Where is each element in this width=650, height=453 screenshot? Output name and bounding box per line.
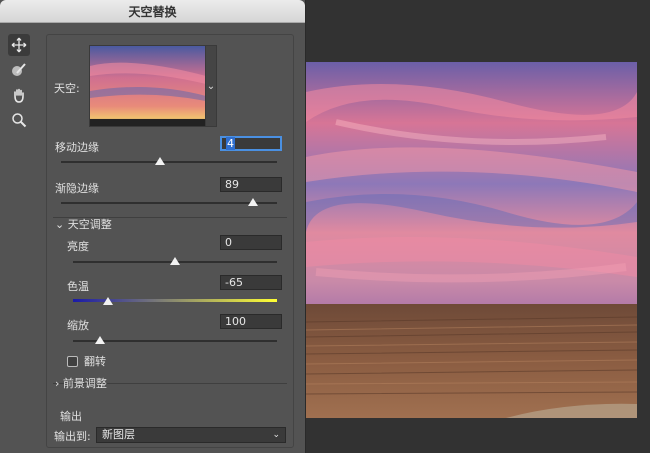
output-to-select[interactable]: 新图层 ⌄ xyxy=(96,427,286,443)
move-tool[interactable] xyxy=(8,34,30,56)
hand-icon xyxy=(14,88,24,103)
zoom-icon xyxy=(12,113,27,128)
temperature-input[interactable]: -65 xyxy=(220,275,282,290)
move-icon xyxy=(11,37,27,53)
fade-edge-label: 渐隐边缘 xyxy=(55,182,99,195)
chevron-down-icon: ⌄ xyxy=(206,80,216,92)
sky-brush-tool[interactable] xyxy=(8,59,30,81)
sky-preset-dropdown[interactable]: ⌄ xyxy=(205,45,217,127)
fade-edge-slider-handle[interactable] xyxy=(248,198,259,206)
sky-adjust-toggle[interactable]: ⌄ 天空调整 xyxy=(55,216,112,232)
dialog-title: 天空替换 xyxy=(128,5,177,19)
scale-label: 缩放 xyxy=(67,319,89,332)
foreground-adjust-toggle[interactable]: › 前景调整 xyxy=(55,375,107,391)
preview-image xyxy=(306,62,637,418)
brightness-slider-handle[interactable] xyxy=(170,257,180,265)
chevron-right-icon: › xyxy=(55,377,60,390)
shift-edge-slider-handle[interactable] xyxy=(155,157,166,165)
sky-adjust-label: 天空调整 xyxy=(67,218,112,231)
temperature-label: 色温 xyxy=(67,280,89,293)
brightness-label: 亮度 xyxy=(67,240,89,253)
temperature-slider-handle[interactable] xyxy=(102,297,113,305)
scale-input[interactable]: 100 xyxy=(220,314,282,329)
sky-thumbnail-image xyxy=(90,46,206,126)
preview-canvas[interactable] xyxy=(306,62,637,418)
output-to-label: 输出到: xyxy=(54,430,91,443)
zoom-tool[interactable] xyxy=(8,109,30,131)
tool-column xyxy=(8,34,38,134)
fade-edge-slider-track[interactable] xyxy=(61,202,277,204)
flip-checkbox[interactable] xyxy=(67,356,78,367)
output-panel: 输出 输出到: 新图层 ⌄ xyxy=(46,410,292,453)
settings-panel: 天空: ⌄ 移动边缘 4 渐隐边缘 89 ⌄ 天空调整 亮度 0 色温 -65 … xyxy=(46,34,294,448)
shift-edge-input[interactable]: 4 xyxy=(220,136,282,151)
sky-preset-thumbnail[interactable] xyxy=(89,45,207,127)
fade-edge-input[interactable]: 89 xyxy=(220,177,282,192)
shift-edge-slider-track[interactable] xyxy=(61,161,277,163)
brightness-input[interactable]: 0 xyxy=(220,235,282,250)
sky-replacement-dialog: 天空替换 天空: ⌄ 移动边缘 4 渐隐边缘 89 ⌄ 天空调整 亮度 0 色温… xyxy=(0,0,306,453)
brush-icon xyxy=(12,63,26,76)
output-to-value: 新图层 xyxy=(102,428,135,441)
shift-edge-label: 移动边缘 xyxy=(55,141,99,154)
chevron-down-icon: ⌄ xyxy=(55,218,65,231)
scale-slider-handle[interactable] xyxy=(94,336,105,344)
hand-tool[interactable] xyxy=(8,84,30,106)
foreground-adjust-label: 前景调整 xyxy=(62,377,107,390)
title-bar[interactable]: 天空替换 xyxy=(0,0,305,23)
chevron-down-icon: ⌄ xyxy=(272,430,280,440)
output-section-label: 输出 xyxy=(60,410,82,423)
flip-label: 翻转 xyxy=(84,355,106,368)
sky-label: 天空: xyxy=(54,82,80,95)
